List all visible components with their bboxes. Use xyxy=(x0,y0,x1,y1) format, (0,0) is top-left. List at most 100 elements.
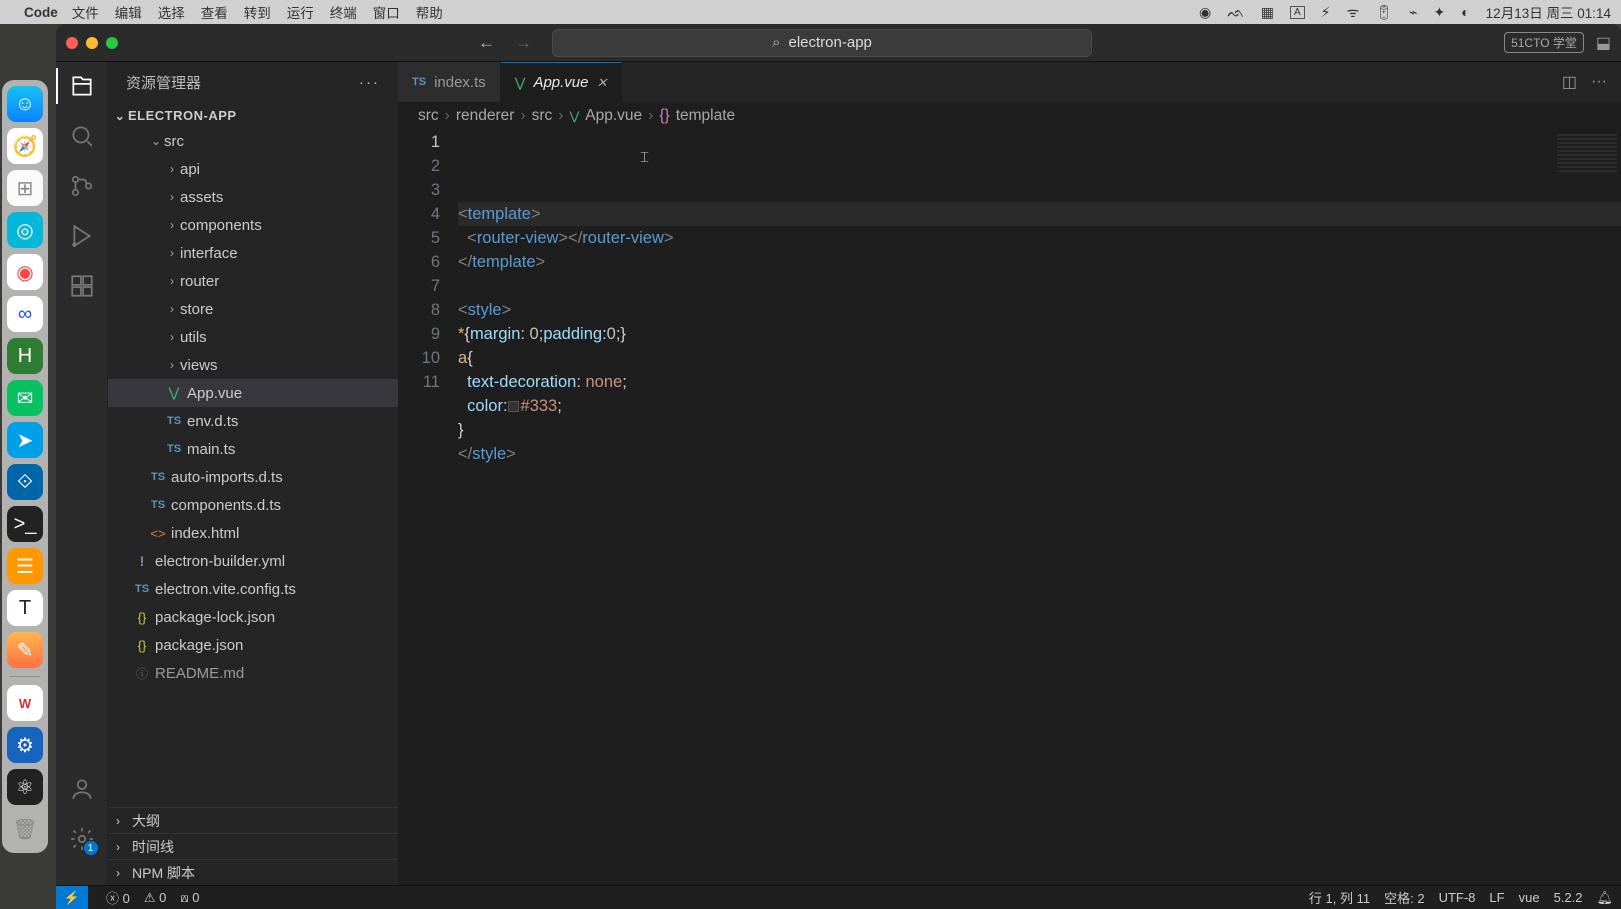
menu-help[interactable]: 帮助 xyxy=(416,2,443,22)
layout-icon[interactable]: ⬓ xyxy=(1596,33,1611,53)
settings-icon[interactable]: 1 xyxy=(68,825,96,853)
titlebar: ← → ⌕ electron-app 51CTO 学堂 ⬓ xyxy=(56,24,1621,62)
more-icon[interactable]: ··· xyxy=(359,74,380,91)
file-electron-builder[interactable]: !electron-builder.yml xyxy=(108,547,398,575)
app-icon[interactable]: ◎ xyxy=(7,212,43,248)
folder-src[interactable]: ⌄src xyxy=(108,127,398,155)
menu-run[interactable]: 运行 xyxy=(287,2,314,22)
more-icon[interactable]: ··· xyxy=(1591,73,1607,91)
scm-icon[interactable] xyxy=(68,172,96,200)
wifi-icon[interactable]: ⚡︎ xyxy=(1321,4,1331,21)
menu-edit[interactable]: 编辑 xyxy=(115,2,142,22)
status-icon[interactable]: ◐ xyxy=(1461,4,1469,20)
file-env-dts[interactable]: TSenv.d.ts xyxy=(108,407,398,435)
close-icon[interactable]: ✕ xyxy=(596,75,607,91)
app-icon[interactable]: ⚛ xyxy=(7,769,43,805)
encoding[interactable]: UTF-8 xyxy=(1439,890,1476,905)
npm-section[interactable]: ›NPM 脚本 xyxy=(108,859,398,885)
account-icon[interactable] xyxy=(68,775,96,803)
baidu-icon[interactable]: ∞ xyxy=(7,296,43,332)
menu-go[interactable]: 转到 xyxy=(244,2,271,22)
folder-store[interactable]: ›store xyxy=(108,295,398,323)
status-icon[interactable]: ᨒ xyxy=(1227,4,1244,21)
status-icon[interactable]: ◉ xyxy=(1199,4,1211,21)
folder-router[interactable]: ›router xyxy=(108,267,398,295)
tab-app-vue[interactable]: ⋁App.vue✕ xyxy=(501,62,623,102)
vscode-icon[interactable]: ⟐ xyxy=(7,464,43,500)
safari-icon[interactable]: 🧭 xyxy=(7,128,43,164)
app-icon[interactable]: ✎ xyxy=(7,632,43,668)
finder-icon[interactable]: ☺ xyxy=(7,86,43,122)
nav-back-icon[interactable]: ← xyxy=(478,33,495,53)
app-icon[interactable]: H xyxy=(7,338,43,374)
trash-icon[interactable]: 🗑 xyxy=(7,811,43,847)
notifications-icon[interactable]: 🔔︎ xyxy=(1596,890,1613,906)
file-components-dts[interactable]: TScomponents.d.ts xyxy=(108,491,398,519)
text-icon[interactable]: T xyxy=(7,590,43,626)
ports[interactable]: ⟎ 0 xyxy=(180,890,199,906)
project-header[interactable]: ⌄ELECTRON-APP xyxy=(108,106,398,127)
breadcrumb[interactable]: src› renderer› src› ⋁App.vue› {}template xyxy=(398,102,1621,130)
menu-terminal[interactable]: 终端 xyxy=(330,2,357,22)
status-icon[interactable]: ⌁ xyxy=(1409,4,1417,21)
file-auto-imports[interactable]: TSauto-imports.d.ts xyxy=(108,463,398,491)
language-mode[interactable]: vue xyxy=(1519,890,1540,905)
timeline-section[interactable]: ›时间线 xyxy=(108,833,398,859)
battery-icon[interactable]: 🔋︎ xyxy=(1375,4,1393,21)
file-package-lock[interactable]: {}package-lock.json xyxy=(108,603,398,631)
tab-index-ts[interactable]: TSindex.ts xyxy=(398,62,501,102)
nav-forward-icon[interactable]: → xyxy=(515,33,532,53)
cursor-position[interactable]: 行 1, 列 11 xyxy=(1309,888,1370,907)
dock-separator xyxy=(10,676,40,677)
extensions-icon[interactable] xyxy=(68,272,96,300)
warnings[interactable]: ⚠ 0 xyxy=(144,890,167,906)
file-readme[interactable]: ⓘREADME.md xyxy=(108,659,398,687)
app-name[interactable]: Code xyxy=(24,5,58,20)
close-button[interactable] xyxy=(66,37,78,49)
debug-icon[interactable] xyxy=(68,222,96,250)
app-icon[interactable]: ➤ xyxy=(7,422,43,458)
sublime-icon[interactable]: ☰ xyxy=(7,548,43,584)
app-icon[interactable]: ⚙ xyxy=(7,727,43,763)
split-editor-icon[interactable]: ◫ xyxy=(1562,72,1577,92)
minimize-button[interactable] xyxy=(86,37,98,49)
datetime[interactable]: 12月13日 周三 01:14 xyxy=(1486,2,1611,22)
folder-utils[interactable]: ›utils xyxy=(108,323,398,351)
input-icon[interactable]: A xyxy=(1290,6,1305,19)
file-app-vue[interactable]: ⋁App.vue xyxy=(108,379,398,407)
settings-badge: 1 xyxy=(84,841,98,855)
wechat-icon[interactable]: ✉ xyxy=(7,380,43,416)
wps-icon[interactable]: W xyxy=(7,685,43,721)
file-package-json[interactable]: {}package.json xyxy=(108,631,398,659)
eol[interactable]: LF xyxy=(1489,890,1504,905)
code-editor[interactable]: 1234567891011 ⌶ <template> <router-view>… xyxy=(398,130,1621,885)
version[interactable]: 5.2.2 xyxy=(1554,890,1583,905)
file-index-html[interactable]: <>index.html xyxy=(108,519,398,547)
status-icon[interactable]: ✦ xyxy=(1433,4,1445,21)
search-icon[interactable] xyxy=(68,122,96,150)
folder-assets[interactable]: ›assets xyxy=(108,183,398,211)
explorer-icon[interactable] xyxy=(68,72,96,100)
terminal-icon[interactable]: >_ xyxy=(7,506,43,542)
wifi-icon[interactable]: ᯤ xyxy=(1346,3,1359,22)
errors[interactable]: ⓧ 0 xyxy=(106,888,130,907)
outline-section[interactable]: ›大纲 xyxy=(108,807,398,833)
menu-selection[interactable]: 选择 xyxy=(158,2,185,22)
status-icon[interactable]: ▦ xyxy=(1261,4,1274,21)
folder-api[interactable]: ›api xyxy=(108,155,398,183)
file-vite-config[interactable]: TSelectron.vite.config.ts xyxy=(108,575,398,603)
folder-components[interactable]: ›components xyxy=(108,211,398,239)
command-center[interactable]: ⌕ electron-app xyxy=(552,29,1092,57)
chrome-icon[interactable]: ◉ xyxy=(7,254,43,290)
indentation[interactable]: 空格: 2 xyxy=(1384,888,1424,907)
remote-icon[interactable]: ⚡ xyxy=(56,886,88,909)
launchpad-icon[interactable]: ⊞ xyxy=(7,170,43,206)
menu-file[interactable]: 文件 xyxy=(72,2,99,22)
menu-view[interactable]: 查看 xyxy=(201,2,228,22)
minimap[interactable] xyxy=(1557,134,1617,174)
maximize-button[interactable] xyxy=(106,37,118,49)
file-main-ts[interactable]: TSmain.ts xyxy=(108,435,398,463)
folder-interface[interactable]: ›interface xyxy=(108,239,398,267)
folder-views[interactable]: ›views xyxy=(108,351,398,379)
menu-window[interactable]: 窗口 xyxy=(373,2,400,22)
